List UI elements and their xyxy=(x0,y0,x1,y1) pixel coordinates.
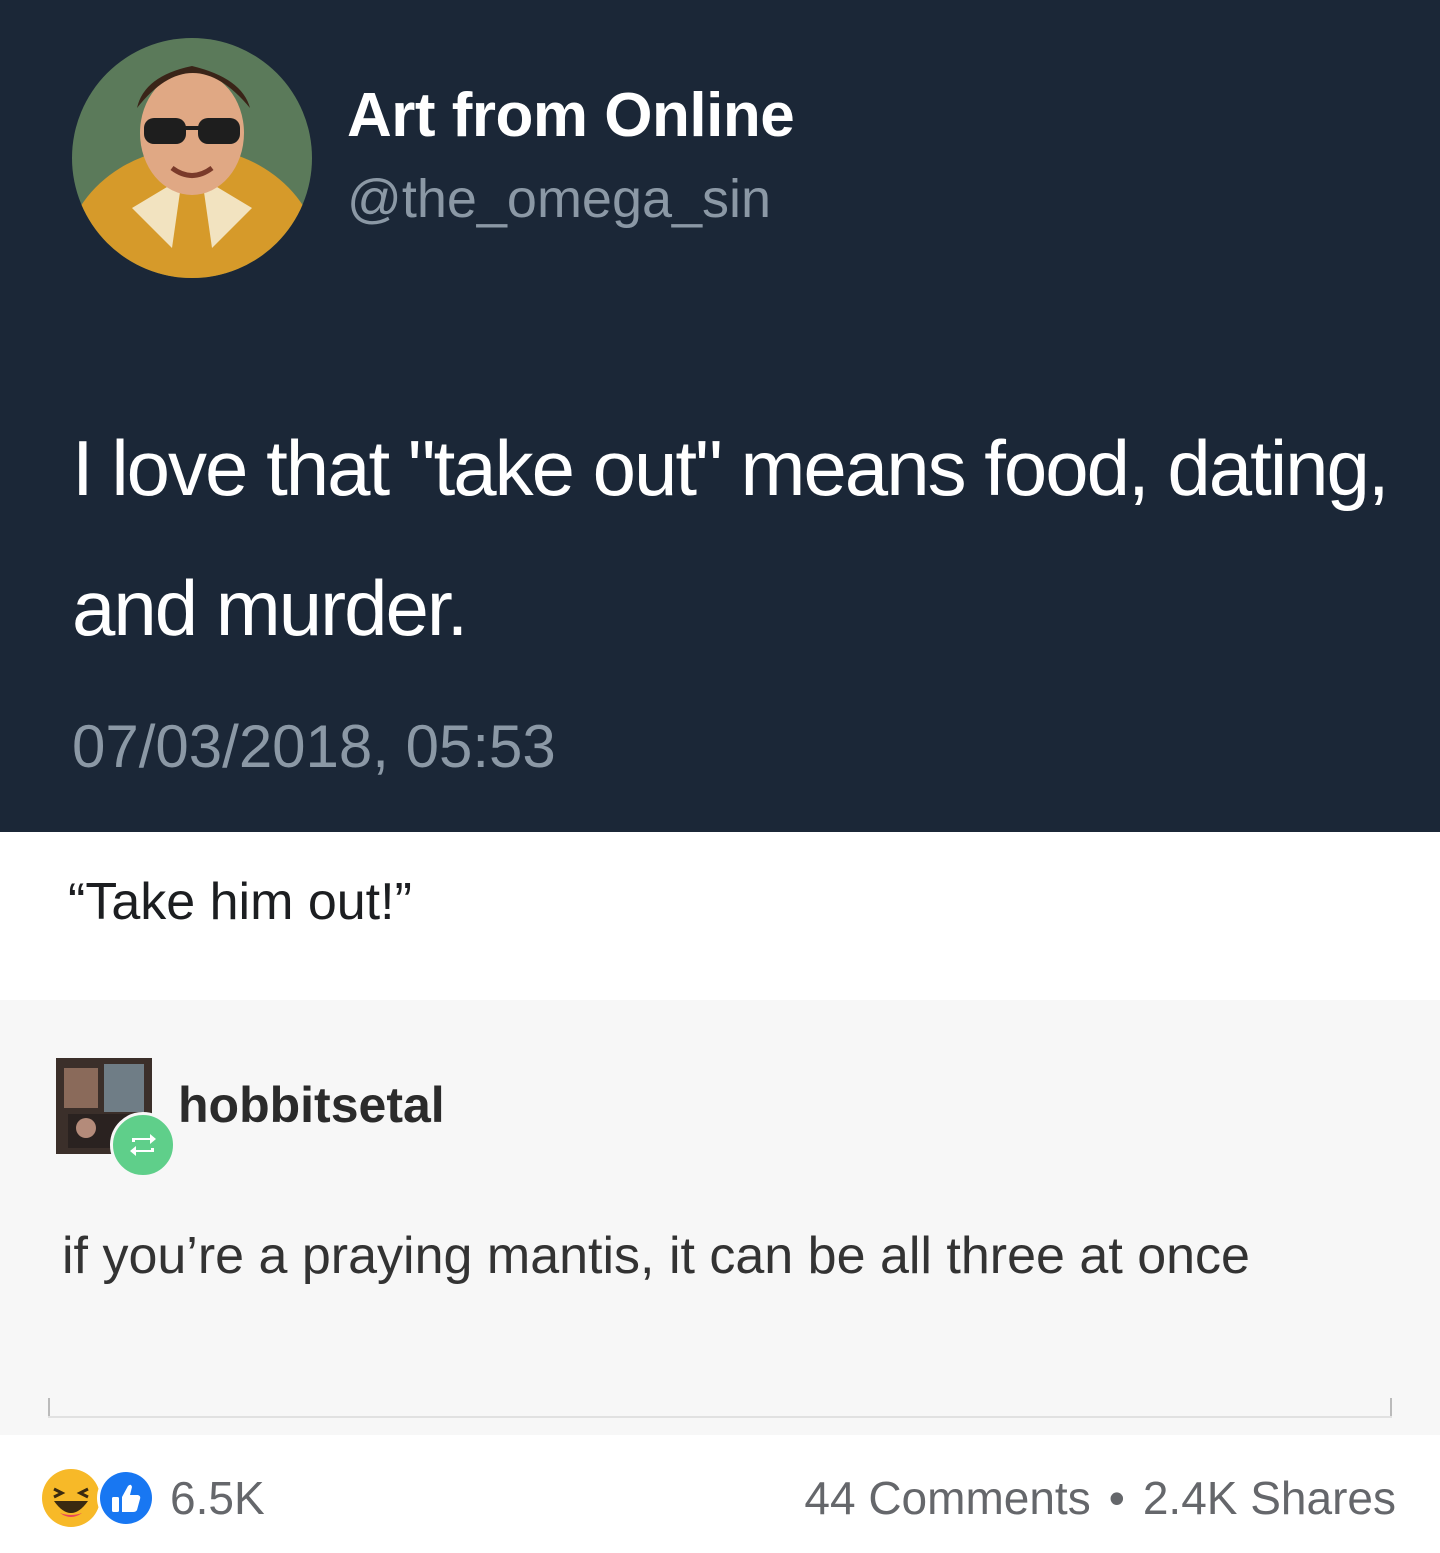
reblog-reply: hobbitsetal if you’re a praying mantis, … xyxy=(0,1000,1440,1435)
tweet-timestamp: 07/03/2018, 05:53 xyxy=(72,713,556,780)
reactions-icons[interactable] xyxy=(40,1467,160,1529)
comments-count[interactable]: 44 Comments xyxy=(804,1472,1090,1524)
profile-avatar[interactable] xyxy=(72,38,312,278)
post-stats: 44 Comments • 2.4K Shares xyxy=(804,1471,1396,1525)
reply-username[interactable]: hobbitsetal xyxy=(178,1076,445,1134)
tweet-text: I love that "take out" means food, datin… xyxy=(72,424,1390,652)
reblog-icon xyxy=(110,1112,176,1178)
caption-text: “Take him out!” xyxy=(68,873,412,931)
divider-tick-right xyxy=(1390,1398,1392,1416)
haha-reaction-icon xyxy=(42,1469,100,1527)
divider-tick-left xyxy=(48,1398,50,1416)
avatar-portrait-icon xyxy=(72,38,312,278)
display-name[interactable]: Art from Online xyxy=(347,80,795,151)
like-reaction-icon xyxy=(97,1469,155,1527)
tweet-card: Art from Online @the_omega_sin I love th… xyxy=(0,0,1440,832)
shares-count[interactable]: 2.4K Shares xyxy=(1143,1472,1396,1524)
reply-text: if you’re a praying mantis, it can be al… xyxy=(62,1227,1250,1285)
reaction-count[interactable]: 6.5K xyxy=(170,1471,265,1525)
post-caption: “Take him out!” xyxy=(0,832,1440,1000)
reply-divider xyxy=(48,1416,1392,1418)
user-handle[interactable]: @the_omega_sin xyxy=(347,168,771,230)
post-footer: 6.5K 44 Comments • 2.4K Shares xyxy=(0,1435,1440,1553)
stats-separator: • xyxy=(1108,1472,1125,1524)
